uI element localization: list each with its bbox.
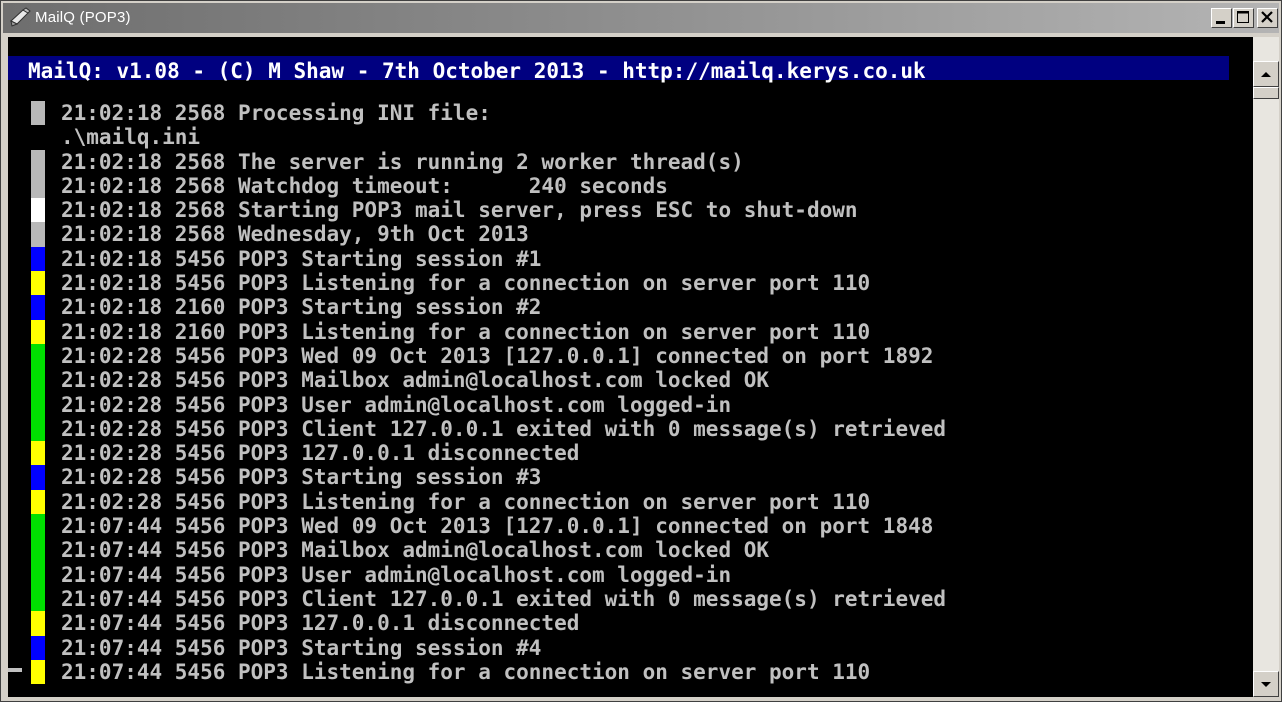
log-line-text: 21:02:18 2160 POP3 Starting session #2 [61,295,542,320]
log-line-text: 21:02:28 5456 POP3 127.0.0.1 disconnecte… [61,441,580,466]
log-line-text: 21:07:44 5456 POP3 User admin@localhost.… [61,562,732,587]
log-line-text: 21:07:44 5456 POP3 Client 127.0.0.1 exit… [61,586,947,611]
log-level-bar [31,222,45,247]
log-level-bar [31,271,45,296]
log-line-text: 21:02:28 5456 POP3 Starting session #3 [61,465,542,490]
log-line-text: 21:07:44 5456 POP3 Starting session #4 [61,635,542,660]
log-level-bar [31,416,45,442]
log-line-text: 21:07:44 5456 POP3 127.0.0.1 disconnecte… [61,611,580,636]
log-line-text: 21:07:44 5456 POP3 Wed 09 Oct 2013 [127.… [61,514,934,539]
log-level-bar [31,659,45,685]
log-level-bar [31,538,45,563]
log-line-text: 21:07:44 5456 POP3 Mailbox admin@localho… [61,538,770,563]
log-level-bar [31,586,45,612]
log-level-bar [31,441,45,466]
window-title: MailQ (POP3) [35,9,131,26]
log-line-text: 21:02:18 5456 POP3 Listening for a conne… [61,271,871,296]
log-level-bar [31,295,45,320]
minimize-button[interactable] [1211,8,1232,28]
log-line-text: 21:02:18 2568 Processing INI file: [61,101,491,125]
log-line-text: 21:02:18 2568 Starting POP3 mail server,… [61,198,858,223]
scroll-up-button[interactable] [1253,61,1279,87]
log-level-bar [31,343,45,369]
log-line-text: 21:02:18 2160 POP3 Listening for a conne… [61,319,871,344]
log-level-bar [31,173,45,199]
log-line-text: 21:02:18 2568 The server is running 2 wo… [61,149,744,174]
close-icon [1261,11,1273,23]
log-line-text: 21:02:18 2568 Wednesday, 9th Oct 2013 [61,222,529,247]
log-level-bar [31,319,45,344]
log-line-text: 21:02:28 5456 POP3 Mailbox admin@localho… [61,368,770,393]
log-line-text: 21:07:44 5456 POP3 Listening for a conne… [61,659,871,684]
log-level-bar [31,392,45,417]
scroll-down-button[interactable] [1253,671,1279,697]
log-level-bar [31,368,45,393]
mailq-window: MailQ (POP3) MailQ: v1.08 - (C) M Shaw -… [0,0,1282,702]
scrollbar-thumb[interactable] [1253,87,1279,99]
log-level-bar [31,489,45,515]
log-level-bar [31,149,45,174]
log-level-bar [31,562,45,587]
console-output[interactable]: MailQ: v1.08 - (C) M Shaw - 7th October … [8,37,1253,697]
vertical-scrollbar[interactable] [1253,37,1279,697]
log-level-bar [31,101,45,126]
log-level-bar [31,635,45,660]
text-cursor [8,668,22,672]
log-level-bar [31,465,45,490]
log-line-text: 21:02:28 5456 POP3 Listening for a conne… [61,489,871,514]
log-line-text: .\mailq.ini [61,125,201,150]
maximize-icon [1237,11,1249,23]
scroll-down-arrow-icon [1261,682,1271,687]
log-line-text: 21:02:18 5456 POP3 Starting session #1 [61,246,542,271]
mailq-app-icon[interactable] [9,7,31,27]
console-banner: MailQ: v1.08 - (C) M Shaw - 7th October … [28,59,926,83]
maximize-button[interactable] [1233,8,1254,28]
log-line-text: 21:02:28 5456 POP3 Client 127.0.0.1 exit… [61,416,947,441]
minimize-icon [1216,21,1225,24]
log-level-bar [31,611,45,636]
log-line-text: 21:02:18 2568 Watchdog timeout: 240 seco… [61,173,668,198]
log-level-bar [31,198,45,223]
title-bar[interactable]: MailQ (POP3) [3,3,1279,33]
scroll-up-arrow-icon [1261,72,1271,77]
log-line-text: 21:02:28 5456 POP3 User admin@localhost.… [61,392,732,417]
log-level-bar [31,246,45,272]
log-level-bar [31,514,45,539]
close-button[interactable] [1257,8,1278,28]
log-line-text: 21:02:28 5456 POP3 Wed 09 Oct 2013 [127.… [61,343,934,368]
